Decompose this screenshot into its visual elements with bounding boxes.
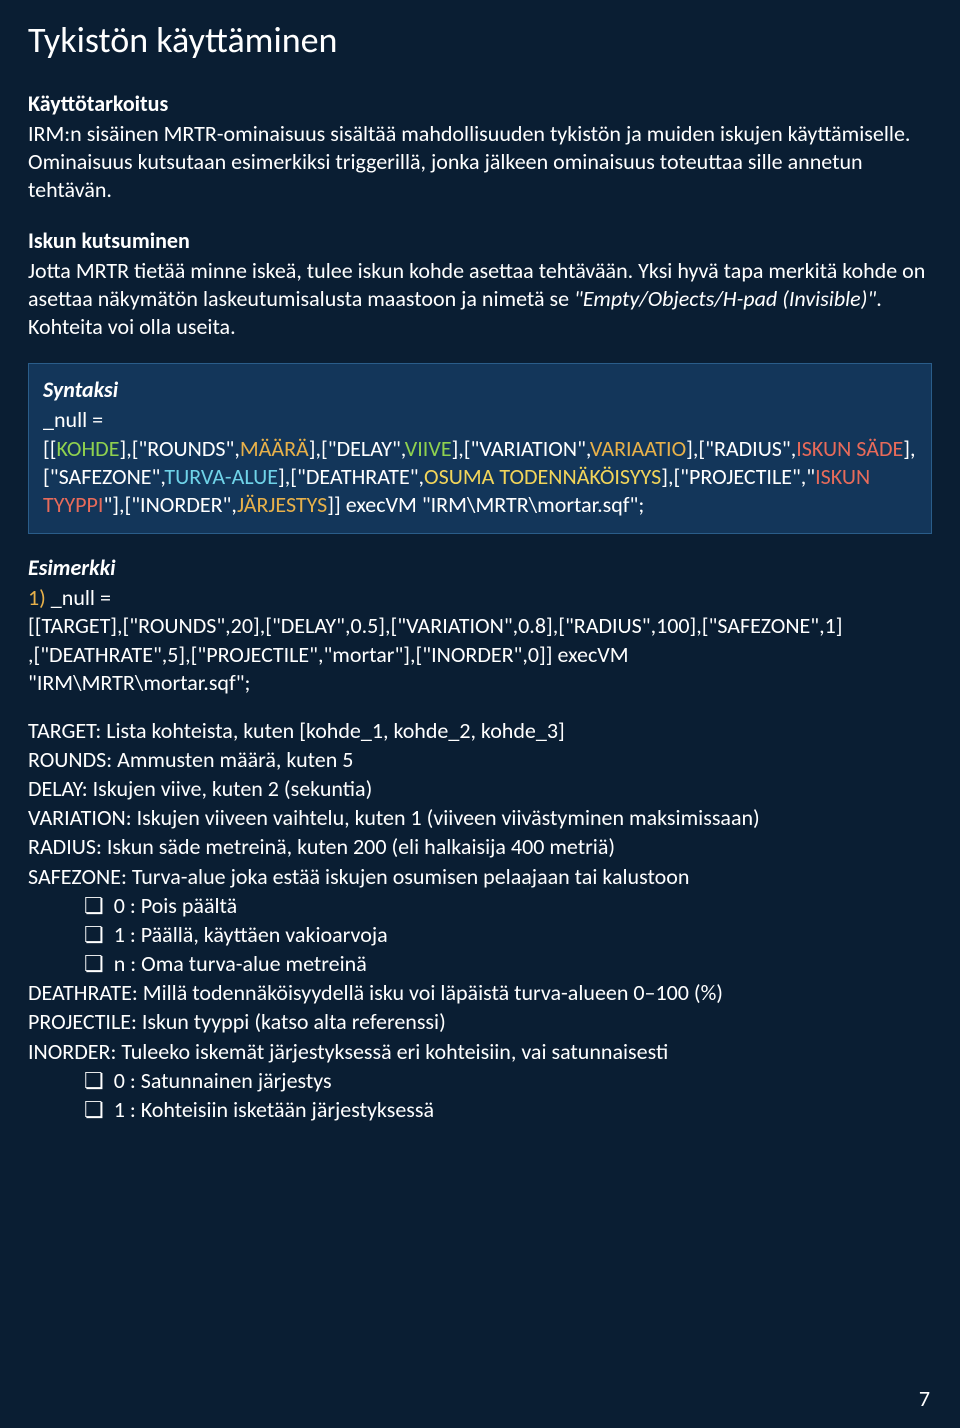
definitions: TARGET: Lista kohteista, kuten [kohde_1,… [28, 717, 932, 1124]
def-deathrate: DEATHRATE: Millä todennäköisyydellä isku… [28, 979, 932, 1007]
example-num: 1) [28, 584, 46, 611]
def-projectile: PROJECTILE: Iskun tyyppi (katso alta ref… [28, 1008, 932, 1036]
seg: [[ [43, 435, 57, 462]
example-null: _null = [46, 584, 111, 611]
example-heading: Esimerkki [28, 554, 932, 582]
seg: ],["RADIUS", [686, 435, 796, 462]
def-variation: VARIATION: Iskujen viiveen vaihtelu, kut… [28, 804, 932, 832]
seg: ],["DEATHRATE", [278, 463, 424, 490]
syntax-code: [[KOHDE],["ROUNDS",MÄÄRÄ],["DELAY",VIIVE… [43, 435, 917, 519]
example-line0: 1) _null = [28, 584, 932, 612]
param-sade2: SÄDE [856, 435, 903, 462]
def-rounds: ROUNDS: Ammusten määrä, kuten 5 [28, 746, 932, 774]
def-inorder: INORDER: Tuleeko iskemät järjestyksessä … [28, 1038, 932, 1066]
intro-block: Käyttötarkoitus IRM:n sisäinen MRTR-omin… [28, 90, 932, 205]
example-line1: [[TARGET],["ROUNDS",20],["DELAY",0.5],["… [28, 612, 932, 640]
page-number: 7 [919, 1385, 930, 1412]
param-osuma: OSUMA [424, 463, 499, 490]
seg: ],["PROJECTILE"," [661, 463, 815, 490]
call-heading: Iskun kutsuminen [28, 227, 932, 255]
seg: ]] execVM "IRM\MRTR\mortar.sqf"; [327, 491, 644, 518]
example-line2: ,["DEATHRATE",5],["PROJECTILE","mortar"]… [28, 641, 932, 669]
param-variaatio: VARIAATIO [590, 435, 686, 462]
page-title: Tykistön käyttäminen [28, 18, 932, 62]
seg: ],["DELAY", [309, 435, 405, 462]
seg: ],["VARIATION", [452, 435, 590, 462]
example-block: Esimerkki 1) _null = [[TARGET],["ROUNDS"… [28, 554, 932, 697]
seg: ],["ROUNDS", [119, 435, 239, 462]
intro-heading: Käyttötarkoitus [28, 90, 932, 118]
list-item: n : Oma turva-alue metreinä [84, 950, 932, 978]
param-kohde: KOHDE [57, 435, 120, 462]
syntax-null: _null = [43, 406, 917, 434]
call-block: Iskun kutsuminen Jotta MRTR tietää minne… [28, 227, 932, 342]
list-item: 0 : Pois päältä [84, 892, 932, 920]
safezone-list: 0 : Pois päältä 1 : Päällä, käyttäen vak… [28, 892, 932, 978]
param-maara: MÄÄRÄ [240, 435, 309, 462]
seg: "],["INORDER", [103, 491, 237, 518]
list-item: 1 : Päällä, käyttäen vakioarvoja [84, 921, 932, 949]
def-delay: DELAY: Iskujen viive, kuten 2 (sekuntia) [28, 775, 932, 803]
inorder-list: 0 : Satunnainen järjestys 1 : Kohteisiin… [28, 1067, 932, 1124]
def-target: TARGET: Lista kohteista, kuten [kohde_1,… [28, 717, 932, 745]
param-turva: TURVA-ALUE [164, 463, 278, 490]
example-line3: "IRM\MRTR\mortar.sqf"; [28, 669, 932, 697]
call-text-em: "Empty/Objects/H-pad (Invisible)" [574, 285, 876, 312]
syntax-box: Syntaksi _null = [[KOHDE],["ROUNDS",MÄÄR… [28, 363, 932, 534]
list-item: 1 : Kohteisiin isketään järjestyksessä [84, 1096, 932, 1124]
list-item: 0 : Satunnainen järjestys [84, 1067, 932, 1095]
param-jarj: JÄRJESTYS [237, 491, 327, 518]
def-radius: RADIUS: Iskun säde metreinä, kuten 200 (… [28, 833, 932, 861]
def-safezone: SAFEZONE: Turva-alue joka estää iskujen … [28, 863, 932, 891]
intro-text: IRM:n sisäinen MRTR-ominaisuus sisältää … [28, 120, 910, 203]
syntax-heading: Syntaksi [43, 376, 917, 404]
param-sade: ISKUN [796, 435, 856, 462]
param-osuma2: TODENNÄKÖISYYS [499, 463, 661, 490]
param-viive: VIIVE [405, 435, 452, 462]
